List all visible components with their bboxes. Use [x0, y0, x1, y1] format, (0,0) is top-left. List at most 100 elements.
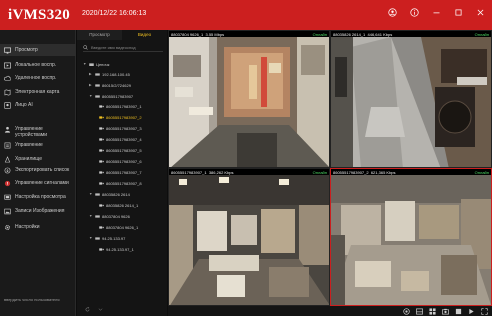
refresh-icon[interactable] — [85, 307, 90, 312]
datetime-display: 2020/12/22 16:06:13 — [82, 10, 147, 17]
camera-icon — [99, 170, 104, 174]
tree-device-node[interactable]: ▼ 88037804 9626 — [89, 213, 130, 219]
tree-device-node[interactable]: ▼ 94.25.133.97 — [89, 235, 125, 241]
tree-device-node[interactable]: ▼ 88035826 2614 — [89, 191, 130, 197]
expand-arrow-icon[interactable]: ▼ — [89, 236, 93, 240]
tile-bitrate: 621,365 Kbps — [370, 169, 396, 175]
device-icon — [95, 236, 100, 240]
stop-all-icon[interactable] — [454, 307, 462, 315]
expand-arrow-icon[interactable]: ▼ — [89, 214, 93, 218]
camera-icon — [99, 247, 104, 251]
sidebar-item-label: Управление — [15, 142, 43, 148]
sidebar-item-emap[interactable]: Электронная карта — [4, 89, 76, 96]
info-icon[interactable] — [408, 8, 420, 20]
sidebar-item-label: Управление сигналами — [15, 180, 69, 186]
device-icon — [95, 214, 100, 218]
camera-icon — [99, 148, 104, 152]
video-tile-selected[interactable]: 86055517983907_2 621,365 Kbps Онлайн — [330, 168, 492, 306]
sidebar-item-face-ai[interactable]: Лицо AI — [4, 102, 76, 109]
sidebar-item-label: Локальное воспр. — [15, 62, 57, 68]
sidebar-item-label: Хранилище — [15, 156, 42, 162]
export-icon — [4, 167, 11, 174]
video-tile[interactable]: 88037804 9626_1 3.55 Mbps Онлайн — [168, 30, 330, 168]
sidebar-item-label: Записи Изображения — [15, 208, 65, 214]
cloud-play-icon — [4, 75, 11, 82]
tree-camera-node[interactable]: 88035826 2614_1 — [99, 202, 138, 208]
alarm-icon — [4, 180, 11, 187]
camera-icon — [99, 159, 104, 163]
collapse-arrow-icon[interactable]: ▶ — [89, 83, 93, 87]
tree-camera-node[interactable]: 86055517983907_5 — [99, 147, 142, 153]
sidebar-item-device-management[interactable]: Управление устройствами — [4, 126, 76, 138]
user-icon[interactable] — [386, 8, 398, 20]
device-icon — [95, 72, 100, 76]
tree-group-node[interactable]: ▼ Цепочк — [83, 61, 109, 67]
sidebar-item-label: Управление устройствами — [15, 126, 47, 138]
view-icon — [4, 194, 11, 201]
grid-icon[interactable] — [428, 307, 436, 315]
record-icon[interactable] — [402, 307, 410, 315]
tile-bitrate: 386,262 Kbps — [208, 169, 234, 175]
map-icon — [4, 89, 11, 96]
sidebar-item-label: Электронная карта — [15, 89, 60, 95]
sidebar-item-remote-playback[interactable]: Удаленное воспр. — [4, 75, 76, 82]
sidebar-item-settings[interactable]: Настройки — [4, 224, 76, 231]
sidebar-item-local-playback[interactable]: Локальное воспр. — [4, 62, 76, 69]
camera-icon — [99, 104, 104, 108]
video-feed-image — [331, 37, 491, 167]
camera-icon — [99, 225, 104, 229]
device-search — [83, 44, 163, 52]
tree-device-node[interactable]: ▶ 86015/2/724629 — [89, 82, 131, 88]
collapse-arrow-icon[interactable]: ▶ — [89, 72, 93, 76]
play-icon — [4, 62, 11, 69]
layout-icon[interactable] — [415, 307, 423, 315]
folder-icon — [89, 62, 94, 66]
tree-camera-node[interactable]: 86055517983907_2 — [99, 114, 142, 120]
video-tile[interactable]: 86055517983907_1 386,262 Kbps Онлайн — [168, 168, 330, 306]
sidebar-item-image-records[interactable]: Записи Изображения — [4, 208, 76, 215]
tile-status: Онлайн — [474, 31, 489, 37]
sidebar-item-management[interactable]: Управление — [4, 142, 76, 149]
tab-video[interactable]: Видео — [122, 30, 167, 40]
tile-status: Онлайн — [312, 169, 327, 175]
tree-camera-node[interactable]: 94.25.133.97_1 — [99, 246, 134, 252]
expand-arrow-icon[interactable]: ▼ — [83, 62, 87, 66]
tree-camera-node[interactable]: 86055517983907_6 — [99, 158, 142, 164]
main-sidebar: Просмотр Локальное воспр. Удаленное восп… — [0, 30, 76, 316]
tree-camera-node[interactable]: 86055517983907_3 — [99, 125, 142, 131]
sidebar-item-label: Настройка просмотра — [15, 194, 66, 200]
fullscreen-icon[interactable] — [480, 307, 488, 315]
device-tree-panel: Просмотр Видео ▼ Цепочк ▶ 192.168.100.45… — [77, 30, 167, 316]
camera-icon — [99, 126, 104, 130]
expand-arrow-icon[interactable]: ▼ — [89, 94, 93, 98]
tree-camera-node[interactable]: 86055517983907_8 — [99, 180, 142, 186]
sidebar-item-storage[interactable]: Хранилище — [4, 156, 76, 163]
close-icon[interactable] — [474, 8, 486, 20]
tile-camera-info: 88037804 9626_1 3.55 Mbps — [171, 32, 224, 37]
video-grid: 88037804 9626_1 3.55 Mbps Онлайн 8803582… — [168, 30, 492, 306]
tree-camera-node[interactable]: 86055517983907_4 — [99, 136, 142, 142]
maximize-icon[interactable] — [452, 8, 464, 20]
tree-camera-node[interactable]: 88037804 9626_1 — [99, 224, 138, 230]
sidebar-item-label: Настройки — [15, 224, 40, 230]
minimize-icon[interactable] — [430, 8, 442, 20]
tree-camera-node[interactable]: 86055517983907_7 — [99, 169, 142, 175]
camera-icon — [99, 181, 104, 185]
video-tile[interactable]: 88035826 2614_1 446,641 Kbps Онлайн — [330, 30, 492, 168]
snapshot-icon[interactable] — [441, 307, 449, 315]
sidebar-item-view-settings[interactable]: Настройка просмотра — [4, 194, 76, 201]
sidebar-item-alarm-management[interactable]: Управление сигналами — [4, 180, 76, 187]
expand-arrow-icon[interactable]: ▼ — [89, 192, 93, 196]
tab-preview[interactable]: Просмотр — [77, 30, 122, 40]
tree-device-node[interactable]: ▶ 192.168.100.45 — [89, 71, 130, 77]
tree-device-node[interactable]: ▼ 86055517983907 — [89, 93, 133, 99]
search-icon — [83, 45, 88, 50]
sidebar-item-export-list[interactable]: Экспортировать список — [4, 167, 76, 174]
sidebar-item-preview[interactable]: Просмотр — [0, 44, 76, 56]
tile-camera-info: 86055517983907_1 386,262 Kbps — [171, 170, 234, 175]
sequence-icon[interactable] — [467, 307, 475, 315]
tree-camera-node[interactable]: 86055517983907_1 — [99, 103, 142, 109]
gear-icon — [4, 224, 11, 231]
search-input[interactable] — [91, 44, 161, 51]
collapse-icon[interactable] — [98, 307, 103, 312]
